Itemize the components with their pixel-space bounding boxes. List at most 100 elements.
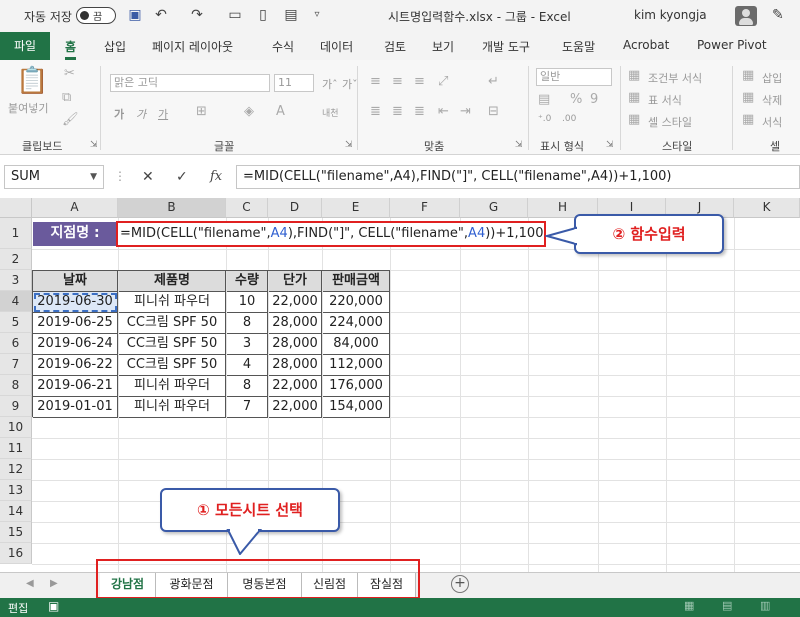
table-cell[interactable]: 피니쉬 파우더 — [119, 397, 226, 418]
page-layout-view-icon[interactable]: ▤ — [722, 599, 732, 612]
format-table-button[interactable]: 표 서식 — [648, 92, 682, 108]
table-cell[interactable]: 피니쉬 파우더 — [119, 376, 226, 397]
table-cell[interactable]: 220,000 — [323, 292, 390, 313]
delete-cells-button[interactable]: 삭제 — [762, 92, 782, 108]
underline-button[interactable]: 가 — [158, 106, 168, 122]
format-painter-icon[interactable]: 🖌 — [62, 112, 79, 127]
row-header-10[interactable]: 10 — [0, 417, 32, 438]
pen-icon[interactable]: ✎ — [772, 7, 784, 23]
align-bottom-icon[interactable]: ≡ — [414, 74, 425, 89]
table-header-cell[interactable]: 제품명 — [119, 271, 226, 292]
table-cell[interactable]: 2019-06-30 — [33, 292, 118, 313]
row-header-2[interactable]: 2 — [0, 249, 32, 270]
tab-insert[interactable]: 삽입 — [104, 38, 126, 55]
undo-icon[interactable]: ↶ — [152, 6, 170, 24]
insert-function-icon[interactable]: fx — [210, 169, 222, 184]
increase-indent-icon[interactable]: ⇥ — [460, 104, 471, 119]
cell-b1-formula[interactable]: =MID(CELL("filename",A4),FIND("]", CELL(… — [116, 221, 546, 247]
add-sheet-icon[interactable]: + — [451, 575, 469, 593]
column-header-f[interactable]: F — [390, 198, 460, 218]
column-header-d[interactable]: D — [268, 198, 322, 218]
normal-view-icon[interactable]: ▦ — [684, 599, 694, 612]
table-cell[interactable]: CC크림 SPF 50 — [119, 355, 226, 376]
tab-file[interactable]: 파일 — [0, 32, 50, 60]
font-launcher-icon[interactable]: ⇲ — [345, 140, 353, 150]
table-cell[interactable]: 22,000 — [269, 397, 322, 418]
wrap-text-icon[interactable]: ↵ — [488, 74, 499, 89]
row-header-11[interactable]: 11 — [0, 438, 32, 459]
sheet-tab-jamsil[interactable]: 잠실점 — [358, 573, 416, 597]
row-header-5[interactable]: 5 — [0, 312, 32, 333]
column-header-k[interactable]: K — [734, 198, 800, 218]
row-header-4[interactable]: 4 — [0, 291, 32, 312]
table-cell[interactable]: 28,000 — [269, 355, 322, 376]
font-size-select[interactable]: 11 — [274, 74, 314, 92]
table-cell[interactable]: 2019-06-21 — [33, 376, 118, 397]
page-break-view-icon[interactable]: ▥ — [760, 599, 770, 612]
alignment-launcher-icon[interactable]: ⇲ — [515, 140, 523, 150]
row-header-3[interactable]: 3 — [0, 270, 32, 291]
cell-style-button[interactable]: 셀 스타일 — [648, 114, 692, 130]
row-header-12[interactable]: 12 — [0, 459, 32, 480]
chevron-down-icon[interactable]: ▼ — [90, 166, 97, 188]
align-top-icon[interactable]: ≡ — [370, 74, 381, 89]
avatar[interactable] — [735, 6, 757, 26]
row-header-1[interactable]: 1 — [0, 218, 32, 249]
accounting-icon[interactable]: ▤ — [538, 92, 550, 107]
decrease-decimal-icon[interactable]: .00 — [562, 114, 576, 124]
sheet-tab-sillim[interactable]: 신림점 — [302, 573, 358, 597]
insert-cells-button[interactable]: 삽입 — [762, 70, 782, 86]
tab-formulas[interactable]: 수식 — [272, 38, 294, 55]
font-name-select[interactable]: 맑은 고딕 — [110, 74, 270, 92]
sheet-tab-gangnam[interactable]: 강남점 — [100, 573, 156, 597]
table-cell[interactable]: 2019-01-01 — [33, 397, 118, 418]
phonetic-button[interactable]: 내천 — [322, 106, 339, 119]
row-header-15[interactable]: 15 — [0, 522, 32, 543]
delete-cells-icon[interactable]: ▦ — [742, 90, 754, 105]
column-header-e[interactable]: E — [322, 198, 390, 218]
increase-decimal-icon[interactable]: ⁺.0 — [538, 114, 551, 124]
conditional-format-icon[interactable]: ▦ — [628, 68, 640, 83]
prev-sheet-icon[interactable]: ◀ — [26, 578, 34, 589]
worksheet-grid[interactable]: A B C D E F G H I J K 1 2 3 4 5 6 7 8 9 … — [0, 198, 800, 572]
table-cell[interactable]: 3 — [227, 334, 268, 355]
table-cell[interactable]: 112,000 — [323, 355, 390, 376]
row-header-8[interactable]: 8 — [0, 375, 32, 396]
select-all-corner[interactable] — [0, 198, 32, 218]
column-header-c[interactable]: C — [226, 198, 268, 218]
tab-view[interactable]: 보기 — [432, 38, 454, 55]
align-right-icon[interactable]: ≣ — [414, 104, 425, 119]
paste-label[interactable]: 붙여넣기 — [8, 100, 48, 116]
copy-icon[interactable]: ⧉ — [62, 90, 71, 105]
table-cell[interactable]: 피니쉬 파우더 — [119, 292, 226, 313]
table-cell[interactable]: 28,000 — [269, 313, 322, 334]
formula-input[interactable]: =MID(CELL("filename",A4),FIND("]", CELL(… — [236, 165, 800, 189]
table-header-cell[interactable]: 단가 — [269, 271, 322, 292]
save-icon[interactable]: ▣ — [126, 6, 144, 24]
table-cell[interactable]: 224,000 — [323, 313, 390, 334]
table-cell[interactable]: 7 — [227, 397, 268, 418]
sheet-tab-myeongdong[interactable]: 명동본점 — [228, 573, 302, 597]
next-sheet-icon[interactable]: ▶ — [50, 578, 58, 589]
row-header-9[interactable]: 9 — [0, 396, 32, 417]
table-cell[interactable]: 22,000 — [269, 292, 322, 313]
column-header-g[interactable]: G — [460, 198, 528, 218]
number-launcher-icon[interactable]: ⇲ — [606, 140, 614, 150]
sheet-tab-gwanghwamun[interactable]: 광화문점 — [156, 573, 228, 597]
font-color-icon[interactable]: A — [276, 104, 285, 119]
tab-developer[interactable]: 개발 도구 — [482, 38, 530, 55]
fill-color-icon[interactable]: ◈ — [244, 104, 254, 119]
table-header-cell[interactable]: 판매금액 — [323, 271, 390, 292]
row-header-14[interactable]: 14 — [0, 501, 32, 522]
number-format-select[interactable]: 일반 — [536, 68, 612, 86]
tab-help[interactable]: 도움말 — [562, 38, 595, 55]
format-table-icon[interactable]: ▦ — [628, 90, 640, 105]
name-box[interactable]: SUM ▼ — [4, 165, 104, 189]
grow-font-icon[interactable]: 가ˆ — [322, 76, 338, 92]
table-cell[interactable]: CC크림 SPF 50 — [119, 313, 226, 334]
merge-center-icon[interactable]: ⊟ — [488, 104, 499, 119]
table-cell[interactable]: 2019-06-24 — [33, 334, 118, 355]
shrink-font-icon[interactable]: 가ˇ — [342, 76, 358, 92]
table-cell[interactable]: 154,000 — [323, 397, 390, 418]
column-header-a[interactable]: A — [32, 198, 118, 218]
